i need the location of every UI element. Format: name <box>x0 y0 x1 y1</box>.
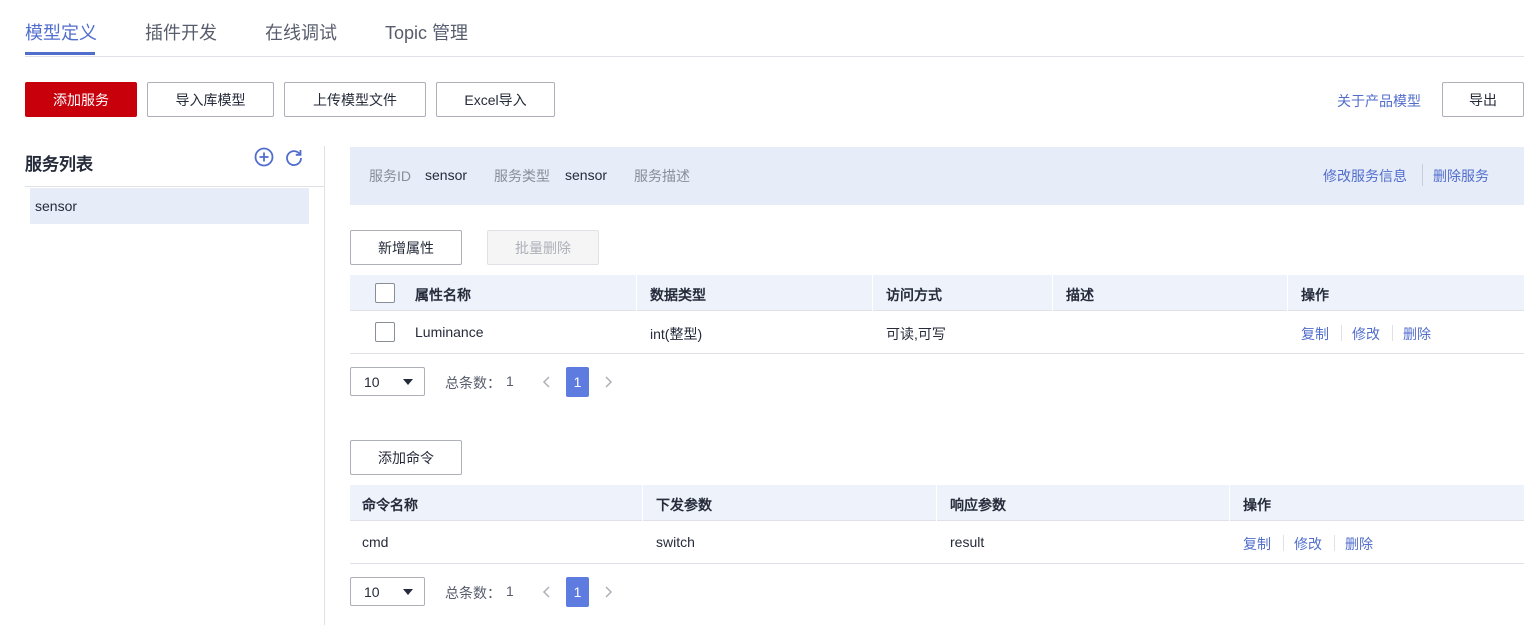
column-header: 数据类型 <box>650 287 706 303</box>
page-size-value: 10 <box>364 584 380 600</box>
upload-model-file-button[interactable]: 上传模型文件 <box>284 82 426 117</box>
chevron-left-icon[interactable] <box>540 584 554 600</box>
column-header: 访问方式 <box>886 287 942 303</box>
service-list-item[interactable]: sensor <box>30 188 309 224</box>
column-separator <box>872 275 873 311</box>
column-header: 操作 <box>1301 287 1329 303</box>
column-header: 响应参数 <box>950 497 1006 513</box>
service-desc-label: 服务描述 <box>634 168 690 184</box>
service-info-bar: 服务ID sensor 服务类型 sensor 服务描述 修改服务信息 删除服务 <box>350 147 1524 205</box>
table-row: cmd switch result 复制 修改 删除 <box>350 521 1524 564</box>
add-command-button[interactable]: 添加命令 <box>350 440 462 475</box>
add-service-button[interactable]: 添加服务 <box>25 82 137 117</box>
tab-online-debug[interactable]: 在线调试 <box>265 19 337 45</box>
column-separator <box>936 485 937 521</box>
property-access: 可读,可写 <box>886 326 946 342</box>
edit-link[interactable]: 修改 <box>1294 534 1322 554</box>
excel-import-button[interactable]: Excel导入 <box>436 82 555 117</box>
command-response-params: result <box>950 534 985 550</box>
edit-link[interactable]: 修改 <box>1352 324 1380 344</box>
panel-divider <box>324 146 325 625</box>
total-count-label: 总条数： <box>445 375 501 391</box>
page-number-button[interactable]: 1 <box>566 367 589 397</box>
service-id-label: 服务ID <box>369 168 411 184</box>
service-type-label: 服务类型 <box>494 168 550 184</box>
column-separator <box>1287 275 1288 311</box>
caret-down-icon <box>403 589 413 595</box>
service-list-title: 服务列表 <box>25 155 93 174</box>
delete-link[interactable]: 删除 <box>1403 324 1431 344</box>
total-count-label: 总条数： <box>445 585 501 601</box>
column-header: 操作 <box>1243 497 1271 513</box>
add-property-button[interactable]: 新增属性 <box>350 230 462 265</box>
op-separator <box>1341 325 1342 341</box>
page-number-button[interactable]: 1 <box>566 577 589 607</box>
property-data-type: int(整型) <box>650 326 703 342</box>
total-count-value: 1 <box>506 583 514 599</box>
refresh-icon[interactable] <box>283 146 305 168</box>
service-id-value: sensor <box>425 167 468 183</box>
tab-plugin-development[interactable]: 插件开发 <box>145 19 217 45</box>
property-name: Luminance <box>415 324 484 340</box>
select-all-checkbox[interactable] <box>375 283 395 303</box>
column-separator <box>1229 485 1230 521</box>
copy-link[interactable]: 复制 <box>1243 534 1271 554</box>
tab-topic-management[interactable]: Topic 管理 <box>385 19 468 45</box>
commands-table-header: 命令名称 下发参数 响应参数 操作 <box>350 485 1524 521</box>
table-row: Luminance int(整型) 可读,可写 复制 修改 删除 <box>350 311 1524 354</box>
import-library-model-button[interactable]: 导入库模型 <box>147 82 274 117</box>
caret-down-icon <box>403 379 413 385</box>
service-list-divider <box>25 186 324 187</box>
active-tab-indicator <box>25 52 95 55</box>
op-separator <box>1392 325 1393 341</box>
column-separator <box>642 485 643 521</box>
plus-circle-icon[interactable] <box>253 146 275 168</box>
chevron-right-icon[interactable] <box>601 374 615 390</box>
delete-link[interactable]: 删除 <box>1345 534 1373 554</box>
delete-service-link[interactable]: 删除服务 <box>1433 166 1489 186</box>
top-tabs: 模型定义 插件开发 在线调试 Topic 管理 <box>25 0 1524 57</box>
chevron-right-icon[interactable] <box>601 584 615 600</box>
tab-model-definition[interactable]: 模型定义 <box>25 19 97 45</box>
column-header: 下发参数 <box>656 497 712 513</box>
command-name: cmd <box>362 534 389 550</box>
batch-delete-button[interactable]: 批量删除 <box>487 230 599 265</box>
page-size-select[interactable]: 10 <box>350 367 425 396</box>
page-size-select[interactable]: 10 <box>350 577 425 606</box>
chevron-left-icon[interactable] <box>540 374 554 390</box>
about-product-model-link[interactable]: 关于产品模型 <box>1337 91 1421 111</box>
op-separator <box>1283 535 1284 551</box>
column-header: 命令名称 <box>362 497 418 513</box>
command-request-params: switch <box>656 534 695 550</box>
total-count-value: 1 <box>506 373 514 389</box>
page-size-value: 10 <box>364 374 380 390</box>
link-separator <box>1422 164 1423 186</box>
edit-service-info-link[interactable]: 修改服务信息 <box>1323 166 1407 186</box>
column-separator <box>636 275 637 311</box>
row-checkbox[interactable] <box>375 322 395 342</box>
copy-link[interactable]: 复制 <box>1301 324 1329 344</box>
op-separator <box>1334 535 1335 551</box>
column-header: 属性名称 <box>415 287 471 303</box>
column-separator <box>1052 275 1053 311</box>
service-type-value: sensor <box>565 167 608 183</box>
column-header: 描述 <box>1066 287 1094 303</box>
properties-table-header: 属性名称 数据类型 访问方式 描述 操作 <box>350 275 1524 311</box>
export-button[interactable]: 导出 <box>1442 82 1524 117</box>
